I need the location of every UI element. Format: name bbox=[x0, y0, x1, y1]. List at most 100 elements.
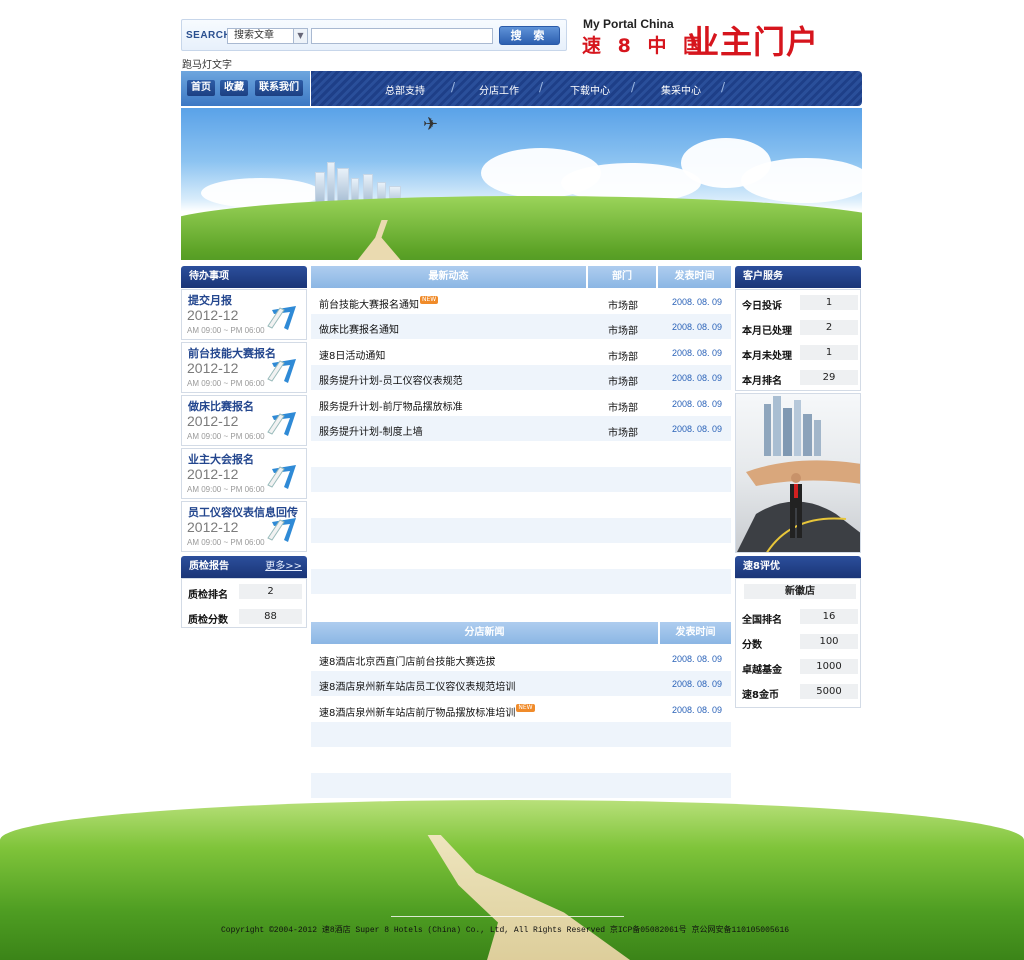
customer-row: 本月未处理 1 bbox=[736, 340, 860, 365]
search-button[interactable]: 搜 索 bbox=[499, 26, 560, 45]
rating-store: 新徽店 bbox=[744, 584, 856, 599]
nav-separator: / bbox=[451, 80, 456, 94]
rating-value: 5000 bbox=[800, 684, 858, 699]
todo-item[interactable]: 前台技能大赛报名 2012-12 AM 09:00 ~ PM 06:00 bbox=[181, 342, 307, 393]
rating-row: 卓越基金 1000 bbox=[736, 654, 860, 679]
news-dept: 市场部 bbox=[608, 403, 638, 414]
table-row[interactable]: 速8日活动通知 市场部 2008. 08. 09 bbox=[311, 340, 731, 365]
branch-header-date: 发表时间 bbox=[660, 622, 731, 644]
nav-separator: / bbox=[721, 80, 726, 94]
empty-row bbox=[311, 467, 731, 492]
customer-value: 1 bbox=[800, 295, 858, 310]
customer-table: 今日投诉 1 本月已处理 2 本月未处理 1 本月排名 29 bbox=[735, 289, 861, 391]
nav-downloads[interactable]: 下载中心 bbox=[570, 82, 610, 97]
todo-item-hours: AM 09:00 ~ PM 06:00 bbox=[187, 379, 265, 388]
todo-item[interactable]: 业主大会报名 2012-12 AM 09:00 ~ PM 06:00 bbox=[181, 448, 307, 499]
customer-title: 客户服务 bbox=[743, 271, 783, 282]
quality-more-link[interactable]: 更多>> bbox=[265, 556, 302, 578]
latest-header-dept: 部门 bbox=[588, 266, 656, 288]
news-dept: 市场部 bbox=[608, 301, 638, 312]
search-category-select[interactable]: 搜索文章 ▼ bbox=[227, 28, 308, 44]
quality-label: 质检分数 bbox=[188, 615, 228, 626]
news-title[interactable]: 服务提升计划-员工仪容仪表规范 bbox=[319, 372, 463, 387]
customer-label: 本月未处理 bbox=[742, 351, 792, 362]
nav-separator: / bbox=[631, 80, 636, 94]
news-dept: 市场部 bbox=[608, 377, 638, 388]
rating-header: 速8评优 bbox=[735, 556, 861, 578]
search-label: SEARCH bbox=[186, 30, 232, 41]
table-row[interactable]: 速8酒店泉州新车站店员工仪容仪表规范培训 2008. 08. 09 bbox=[311, 671, 731, 696]
news-title[interactable]: 速8日活动通知 bbox=[319, 347, 385, 362]
new-badge: NEW bbox=[516, 704, 535, 712]
nav-branch-work[interactable]: 分店工作 bbox=[479, 82, 519, 97]
news-title-text: 前台技能大赛报名通知 bbox=[319, 300, 419, 311]
table-row[interactable]: 服务提升计划-前厅物品摆放标准 市场部 2008. 08. 09 bbox=[311, 391, 731, 416]
nav-home[interactable]: 首页 bbox=[187, 80, 215, 96]
rating-value: 16 bbox=[800, 609, 858, 624]
customer-value: 1 bbox=[800, 345, 858, 360]
table-row[interactable]: 前台技能大赛报名通知NEW 市场部 2008. 08. 09 bbox=[311, 289, 731, 314]
branch-news-title[interactable]: 速8酒店北京西直门店前台技能大赛选拔 bbox=[319, 653, 495, 668]
rating-label: 卓越基金 bbox=[742, 665, 782, 676]
todo-header: 待办事项 bbox=[181, 266, 307, 288]
rating-value: 1000 bbox=[800, 659, 858, 674]
quality-value: 88 bbox=[239, 609, 302, 624]
new-badge: NEW bbox=[420, 296, 439, 304]
news-dept: 市场部 bbox=[608, 352, 638, 363]
nav-hq-support[interactable]: 总部支持 bbox=[385, 82, 425, 97]
branch-news-date: 2008. 08. 09 bbox=[672, 705, 723, 715]
empty-row bbox=[311, 569, 731, 594]
pen-icon bbox=[267, 306, 296, 330]
quality-label: 质检排名 bbox=[188, 590, 228, 601]
nav-favorites[interactable]: 收藏 bbox=[220, 80, 248, 96]
customer-row: 本月已处理 2 bbox=[736, 315, 860, 340]
todo-item-date: 2012-12 bbox=[187, 307, 239, 323]
footer-divider bbox=[391, 916, 624, 917]
page-container: SEARCH 搜索文章 ▼ 搜 索 跑马灯文字 My Portal China … bbox=[181, 0, 862, 960]
customer-value: 29 bbox=[800, 370, 858, 385]
quality-table: 质检排名 2 质检分数 88 bbox=[181, 578, 307, 628]
todo-item-hours: AM 09:00 ~ PM 06:00 bbox=[187, 432, 265, 441]
news-date: 2008. 08. 09 bbox=[672, 297, 723, 307]
table-row[interactable]: 做床比赛报名通知 市场部 2008. 08. 09 bbox=[311, 314, 731, 339]
brand-english: My Portal China bbox=[583, 17, 674, 31]
branch-news-title[interactable]: 速8酒店泉州新车站店前厅物品摆放标准培训NEW bbox=[319, 704, 535, 719]
branch-news-title[interactable]: 速8酒店泉州新车站店员工仪容仪表规范培训 bbox=[319, 678, 515, 693]
nav-contact[interactable]: 联系我们 bbox=[255, 80, 303, 96]
nav-procurement[interactable]: 集采中心 bbox=[661, 82, 701, 97]
customer-label: 本月已处理 bbox=[742, 326, 792, 337]
rating-title: 速8评优 bbox=[743, 561, 780, 572]
rating-store-row: 新徽店 bbox=[736, 579, 860, 604]
news-date: 2008. 08. 09 bbox=[672, 399, 723, 409]
rating-label: 速8金币 bbox=[742, 690, 779, 701]
search-input[interactable] bbox=[311, 28, 493, 44]
table-row[interactable]: 服务提升计划-制度上墙 市场部 2008. 08. 09 bbox=[311, 416, 731, 441]
cloud bbox=[741, 158, 862, 203]
customer-label: 今日投诉 bbox=[742, 301, 782, 312]
table-row[interactable]: 速8酒店泉州新车站店前厅物品摆放标准培训NEW 2008. 08. 09 bbox=[311, 697, 731, 722]
table-row[interactable]: 服务提升计划-员工仪容仪表规范 市场部 2008. 08. 09 bbox=[311, 365, 731, 390]
news-dept: 市场部 bbox=[608, 428, 638, 439]
news-title[interactable]: 做床比赛报名通知 bbox=[319, 321, 399, 336]
news-dept: 市场部 bbox=[608, 326, 638, 337]
news-title[interactable]: 服务提升计划-前厅物品摆放标准 bbox=[319, 398, 463, 413]
table-row[interactable]: 速8酒店北京西直门店前台技能大赛选拔 2008. 08. 09 bbox=[311, 646, 731, 671]
todo-item-hours: AM 09:00 ~ PM 06:00 bbox=[187, 485, 265, 494]
todo-item-title: 前台技能大赛报名 bbox=[188, 347, 276, 360]
branch-news-title-text: 速8酒店泉州新车站店前厅物品摆放标准培训 bbox=[319, 708, 516, 719]
todo-item-date: 2012-12 bbox=[187, 360, 239, 376]
branch-header-title: 分店新闻 bbox=[311, 622, 658, 644]
todo-item[interactable]: 做床比赛报名 2012-12 AM 09:00 ~ PM 06:00 bbox=[181, 395, 307, 446]
marquee-text: 跑马灯文字 bbox=[182, 60, 232, 71]
todo-item[interactable]: 员工仪容仪表信息回传 2012-12 AM 09:00 ~ PM 06:00 bbox=[181, 501, 307, 552]
customer-header: 客户服务 bbox=[735, 266, 861, 288]
latest-header-date: 发表时间 bbox=[658, 266, 731, 288]
branch-news-date: 2008. 08. 09 bbox=[672, 654, 723, 664]
news-date: 2008. 08. 09 bbox=[672, 322, 723, 332]
hero-banner: ✈ bbox=[181, 108, 862, 260]
news-title[interactable]: 前台技能大赛报名通知NEW bbox=[319, 296, 439, 311]
rating-label: 分数 bbox=[742, 640, 762, 651]
todo-item[interactable]: 提交月报 2012-12 AM 09:00 ~ PM 06:00 bbox=[181, 289, 307, 340]
chevron-down-icon: ▼ bbox=[293, 29, 307, 43]
news-title[interactable]: 服务提升计划-制度上墙 bbox=[319, 423, 423, 438]
